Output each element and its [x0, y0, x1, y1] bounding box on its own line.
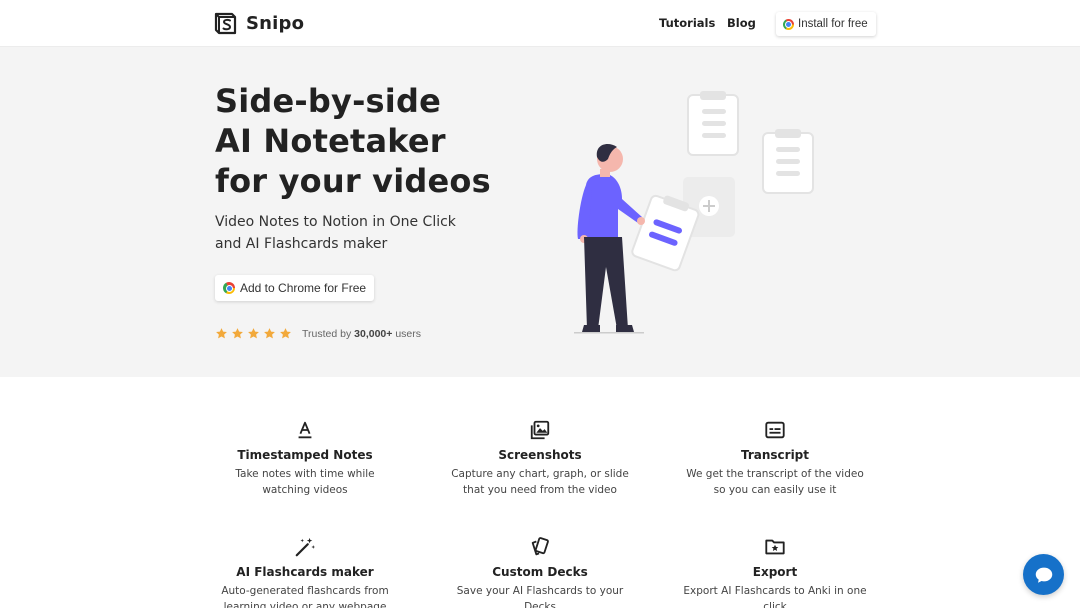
images-icon: [530, 420, 550, 440]
chat-bubble-icon: [1035, 567, 1052, 583]
star-icon: [264, 328, 275, 339]
features-section: Timestamped Notes Take notes with time w…: [0, 377, 1080, 608]
text-format-icon: [298, 421, 312, 439]
person-illustration: [574, 144, 644, 334]
hero-title-line: Side-by-side: [215, 82, 441, 120]
user-count: 30,000+: [354, 327, 393, 340]
star-icon: [280, 328, 291, 339]
feature-description: Export AI Flashcards to Anki in one clic…: [683, 585, 867, 608]
nav-tutorials-link[interactable]: Tutorials: [659, 16, 715, 30]
hero-title: Side-by-side AI Notetaker for your video…: [215, 81, 491, 201]
feature-title: Transcript: [740, 448, 810, 462]
trusted-by-suffix: users: [395, 327, 421, 340]
feature-title: Export: [752, 565, 798, 579]
feature-title: Timestamped Notes: [237, 448, 373, 462]
add-to-chrome-label: Add to Chrome for Free: [240, 281, 367, 295]
hero-subtitle: Video Notes to Notion in One Click and A…: [215, 211, 456, 255]
feature-transcript: Transcript We get the transcript of the …: [680, 419, 870, 498]
feature-ai-flashcards: AI Flashcards maker Auto-generated flash…: [210, 536, 400, 608]
hero-subtitle-line: and AI Flashcards maker: [215, 236, 388, 252]
feature-title: Screenshots: [498, 448, 582, 462]
hero-title-line: for your videos: [215, 162, 491, 200]
add-to-chrome-button[interactable]: Add to Chrome for Free: [215, 275, 375, 301]
magic-wand-icon: [295, 537, 316, 557]
hero-subtitle-line: Video Notes to Notion in One Click: [215, 214, 456, 230]
folder-star-icon: [765, 539, 785, 555]
feature-export: Export Export AI Flashcards to Anki in o…: [680, 536, 870, 608]
feature-title: AI Flashcards maker: [236, 565, 374, 579]
feature-custom-decks: Custom Decks Save your AI Flashcards to …: [445, 536, 635, 608]
person-with-notes-illustration: [574, 91, 814, 334]
trusted-by-prefix: Trusted by: [302, 327, 352, 340]
brand-logo-link[interactable]: Snipo: [213, 11, 304, 35]
feature-description: Capture any chart, graph, or slide that …: [451, 468, 629, 496]
star-icon: [248, 328, 259, 339]
note-card-illustration: [687, 91, 739, 156]
chat-support-button[interactable]: [1023, 554, 1064, 595]
subtitles-icon: [765, 421, 785, 439]
top-navbar: Snipo Tutorials Blog Install for free: [0, 0, 1080, 47]
feature-description: Auto-generated flashcards from learning …: [221, 585, 389, 608]
feature-description: Save your AI Flashcards to your Decks: [456, 585, 624, 608]
star-icon: [216, 328, 227, 339]
chrome-icon: [223, 282, 235, 294]
cards-icon: [531, 537, 549, 556]
feature-description: Take notes with time while watching vide…: [235, 468, 375, 496]
nav-blog-link[interactable]: Blog: [727, 16, 756, 30]
chrome-icon: [783, 18, 794, 30]
feature-title: Custom Decks: [492, 565, 588, 579]
feature-screenshots: Screenshots Capture any chart, graph, or…: [445, 419, 635, 498]
feature-timestamped-notes: Timestamped Notes Take notes with time w…: [210, 419, 400, 498]
feature-description: We get the transcript of the video so yo…: [686, 468, 864, 496]
install-for-free-button[interactable]: Install for free: [776, 12, 876, 36]
note-card-illustration: [762, 129, 814, 194]
hero-section: Side-by-side AI Notetaker for your video…: [0, 47, 1080, 377]
user-rating: Trusted by 30,000+ users: [215, 327, 421, 340]
hero-title-line: AI Notetaker: [215, 122, 446, 160]
snipo-logo-icon: [214, 12, 237, 35]
trusted-by-text: Trusted by 30,000+ users: [302, 328, 421, 340]
install-button-label: Install for free: [798, 18, 868, 30]
star-icon: [232, 328, 243, 339]
brand-name: Snipo: [246, 12, 305, 34]
